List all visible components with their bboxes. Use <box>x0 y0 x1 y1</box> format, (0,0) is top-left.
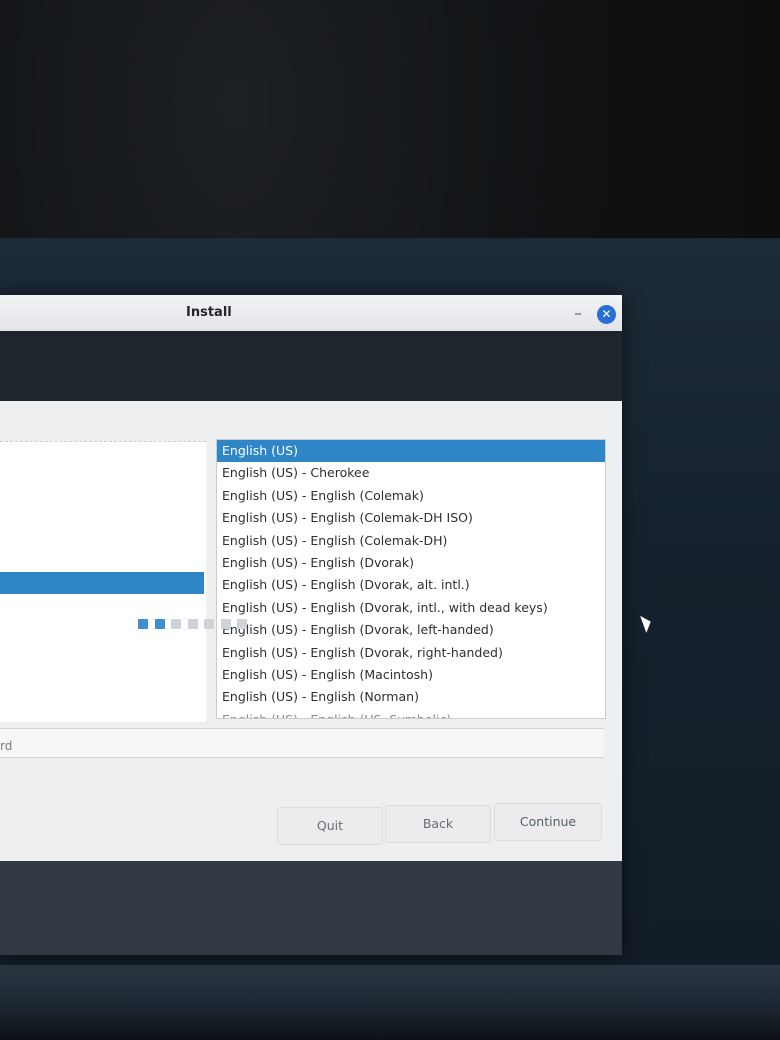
keyboard-variant-item[interactable]: English (US) - Cherokee <box>217 462 605 484</box>
keyboard-variant-item[interactable]: English (US) - English (Dvorak, intl., w… <box>217 597 605 619</box>
step-dot <box>171 619 181 629</box>
step-dot <box>220 619 231 629</box>
window-title: Install <box>186 305 232 320</box>
desktop-panel <box>0 965 780 1040</box>
quit-button[interactable]: Quit <box>277 807 383 845</box>
language-list-selected-item[interactable] <box>0 572 204 594</box>
keyboard-variant-item[interactable]: English (US) - English (Dvorak, right-ha… <box>217 642 605 664</box>
keyboard-variant-item[interactable]: English (US) - English (Norman) <box>217 686 605 708</box>
close-icon[interactable]: ✕ <box>597 305 616 324</box>
keyboard-variant-item[interactable]: English (US) - English (Colemak-DH) <box>217 530 605 552</box>
step-dot <box>154 619 165 629</box>
keyboard-variant-item[interactable]: English (US) <box>217 440 605 463</box>
step-dot <box>138 619 148 629</box>
keyboard-variant-item[interactable]: English (US) - English (Macintosh) <box>217 664 605 686</box>
step-dot <box>237 619 247 629</box>
keyboard-variant-item[interactable]: English (US) - English (US, Symbolic) <box>217 709 605 718</box>
footer-band <box>0 861 622 955</box>
keyboard-variant-item[interactable]: English (US) - English (Dvorak, alt. int… <box>217 574 605 596</box>
keyboard-variant-item[interactable]: English (US) - English (Colemak) <box>217 485 605 507</box>
keyboard-variant-list[interactable]: English (US) English (US) - Cherokee Engli… <box>216 439 606 719</box>
minimize-icon[interactable]: – <box>568 303 588 323</box>
continue-button[interactable]: Continue <box>494 803 602 841</box>
test-keyboard-label: rd <box>0 739 13 753</box>
step-dot <box>204 619 214 629</box>
keyboard-variant-item[interactable]: English (US) - English (Dvorak, left-han… <box>217 619 605 641</box>
installer-window: Install – ✕ English (US) English (US) - C… <box>0 295 622 955</box>
step-progress-indicator <box>138 614 254 629</box>
keyboard-variant-item[interactable]: English (US) - English (Dvorak) <box>217 552 605 574</box>
keyboard-variant-item[interactable]: English (US) - English (Colemak-DH ISO) <box>217 507 605 529</box>
header-band <box>0 331 622 401</box>
test-keyboard-input[interactable] <box>0 728 604 758</box>
back-button[interactable]: Back <box>385 805 491 843</box>
step-dot <box>187 619 198 629</box>
keyboard-layout-page: English (US) English (US) - Cherokee Engli… <box>0 401 622 861</box>
keyboard-language-list[interactable] <box>0 441 206 722</box>
title-bar[interactable]: Install – ✕ <box>0 295 622 331</box>
